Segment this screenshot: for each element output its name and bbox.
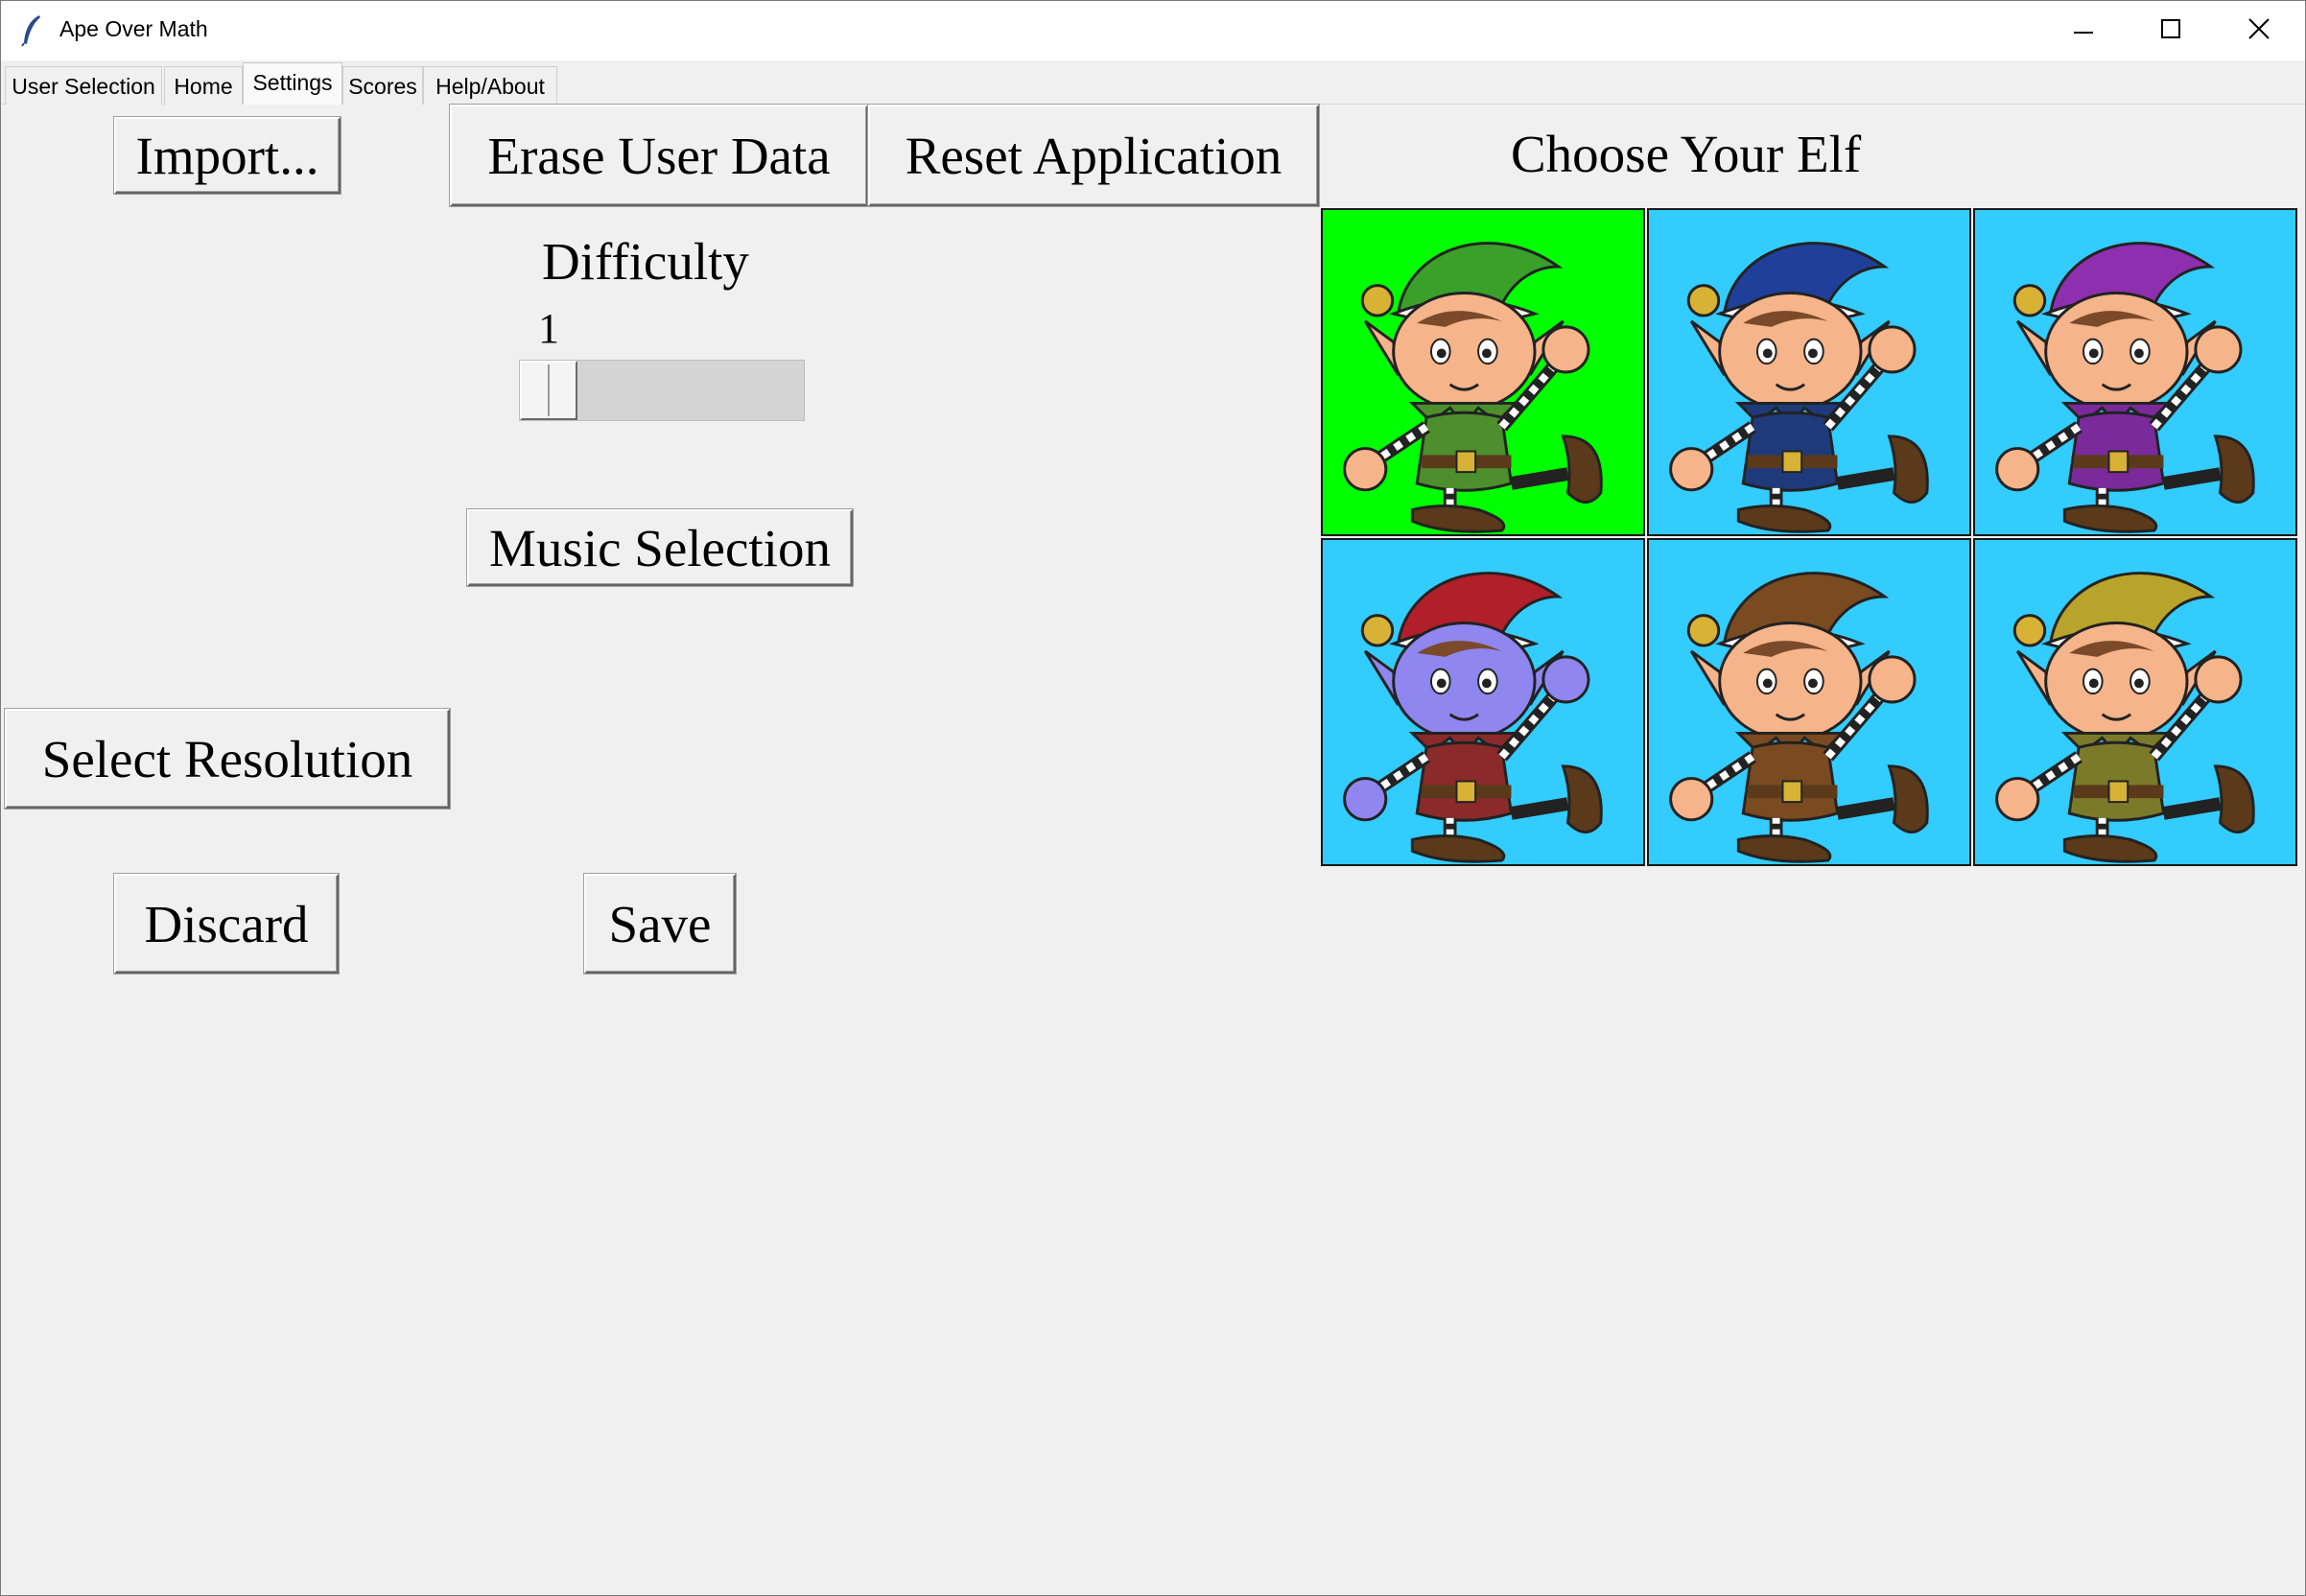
- minimize-icon: [2074, 22, 2093, 39]
- tab-settings[interactable]: Settings: [243, 62, 342, 105]
- elf-icon: [1995, 572, 2255, 863]
- difficulty-value: 1: [538, 305, 559, 352]
- select-resolution-button[interactable]: Select Resolution: [5, 709, 450, 809]
- elf-option-brown-elf[interactable]: [1647, 538, 1971, 866]
- tab-help-about[interactable]: Help/About: [423, 66, 557, 105]
- elf-icon: [1343, 242, 1603, 533]
- tab-user-selection[interactable]: User Selection: [5, 66, 162, 105]
- close-button[interactable]: [2215, 1, 2303, 60]
- erase-user-data-button[interactable]: Erase User Data: [450, 105, 868, 206]
- choose-elf-heading: Choose Your Elf: [1511, 125, 1862, 183]
- elf-option-purple-elf[interactable]: [1973, 208, 2297, 536]
- maximize-icon: [2161, 18, 2180, 43]
- difficulty-slider-handle[interactable]: [520, 361, 577, 420]
- difficulty-label: Difficulty: [542, 232, 749, 291]
- elf-option-blue-elf[interactable]: [1647, 208, 1971, 536]
- discard-button[interactable]: Discard: [114, 874, 339, 974]
- app-window: Ape Over Math User Selection Home Settin…: [0, 0, 2306, 1596]
- feather-icon: [20, 14, 43, 47]
- elf-icon: [1669, 572, 1929, 863]
- title-bar: Ape Over Math: [1, 1, 2305, 60]
- elf-option-red-blue-elf[interactable]: [1321, 538, 1645, 866]
- maximize-button[interactable]: [2127, 1, 2215, 60]
- elf-icon: [1995, 242, 2255, 533]
- difficulty-slider[interactable]: [519, 360, 805, 421]
- music-selection-button[interactable]: Music Selection: [467, 509, 853, 586]
- save-button[interactable]: Save: [584, 874, 736, 974]
- close-icon: [2248, 17, 2270, 44]
- window-title: Ape Over Math: [59, 16, 208, 41]
- tab-home[interactable]: Home: [164, 66, 243, 105]
- elf-icon: [1669, 242, 1929, 533]
- elf-option-green-elf[interactable]: [1321, 208, 1645, 536]
- elf-option-olive-elf[interactable]: [1973, 538, 2297, 866]
- import-button[interactable]: Import...: [114, 117, 341, 194]
- elf-icon: [1343, 572, 1603, 863]
- minimize-button[interactable]: [2039, 1, 2128, 60]
- tab-scores[interactable]: Scores: [342, 66, 423, 105]
- reset-application-button[interactable]: Reset Application: [868, 105, 1319, 206]
